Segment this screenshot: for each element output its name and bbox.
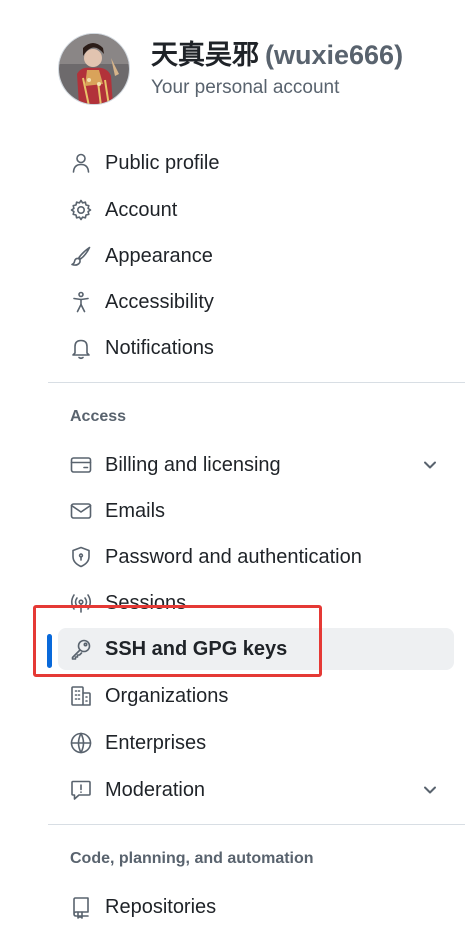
- globe-icon: [68, 730, 94, 756]
- gear-icon: [68, 197, 94, 223]
- sidebar-item-accessibility[interactable]: Accessibility: [58, 281, 454, 323]
- repo-icon: [68, 894, 94, 920]
- sidebar-item-account[interactable]: Account: [58, 189, 454, 231]
- paintbrush-icon: [68, 243, 94, 269]
- sidebar-item-label: Password and authentication: [105, 545, 362, 568]
- sidebar-item-emails[interactable]: Emails: [58, 490, 454, 532]
- chevron-down-icon[interactable]: [420, 455, 440, 475]
- section-divider: [48, 382, 465, 383]
- profile-name: 天真吴邪 (wuxie666): [151, 38, 403, 72]
- login-name: (wuxie666): [265, 39, 404, 70]
- account-type-label: Your personal account: [151, 76, 340, 98]
- sidebar-item-label: Public profile: [105, 151, 220, 174]
- sidebar-item-organizations[interactable]: Organizations: [58, 675, 454, 717]
- sidebar-item-label: Repositories: [105, 895, 217, 918]
- sidebar-item-appearance[interactable]: Appearance: [58, 235, 454, 277]
- sidebar-item-label: Billing and licensing: [105, 453, 281, 476]
- settings-sidebar-page: 天真吴邪 (wuxie666) Your personal account Pub…: [0, 0, 474, 943]
- person-icon: [68, 150, 94, 176]
- sidebar-item-enterprises[interactable]: Enterprises: [58, 722, 454, 764]
- display-name[interactable]: 天真吴邪: [151, 40, 259, 70]
- profile-header: 天真吴邪 (wuxie666) Your personal account: [58, 33, 403, 105]
- organization-icon: [68, 683, 94, 709]
- highlight-annotation-box: [33, 605, 322, 677]
- sidebar-item-label: Account: [105, 198, 178, 221]
- sidebar-item-label: Organizations: [105, 684, 229, 707]
- sidebar-item-notifications[interactable]: Notifications: [58, 327, 454, 369]
- shield-lock-icon: [68, 544, 94, 570]
- sidebar-item-billing-and-licensing[interactable]: Billing and licensing: [58, 444, 454, 486]
- sidebar-item-repositories[interactable]: Repositories: [58, 886, 454, 928]
- report-icon: [68, 777, 94, 803]
- sidebar-item-label: Emails: [105, 499, 166, 522]
- sidebar-item-label: Appearance: [105, 244, 213, 267]
- sidebar-item-password-and-authentication[interactable]: Password and authentication: [58, 536, 454, 578]
- sidebar-item-public-profile[interactable]: Public profile: [58, 142, 454, 184]
- section-heading-code-planning-automation: Code, planning, and automation: [70, 850, 314, 867]
- sidebar-item-label: Notifications: [105, 336, 214, 359]
- sidebar-item-moderation[interactable]: Moderation: [58, 769, 454, 811]
- mail-icon: [68, 498, 94, 524]
- sidebar-item-label: Accessibility: [105, 290, 214, 313]
- chevron-down-icon[interactable]: [420, 780, 440, 800]
- profile-text: 天真吴邪 (wuxie666) Your personal account: [151, 38, 403, 101]
- avatar[interactable]: [58, 33, 130, 105]
- section-heading-access: Access: [70, 408, 127, 425]
- sidebar-item-label: Moderation: [105, 778, 206, 801]
- sidebar-item-label: Enterprises: [105, 731, 207, 754]
- bell-icon: [68, 335, 94, 361]
- accessibility-icon: [68, 289, 94, 315]
- credit-card-icon: [68, 452, 94, 478]
- section-divider: [48, 824, 465, 825]
